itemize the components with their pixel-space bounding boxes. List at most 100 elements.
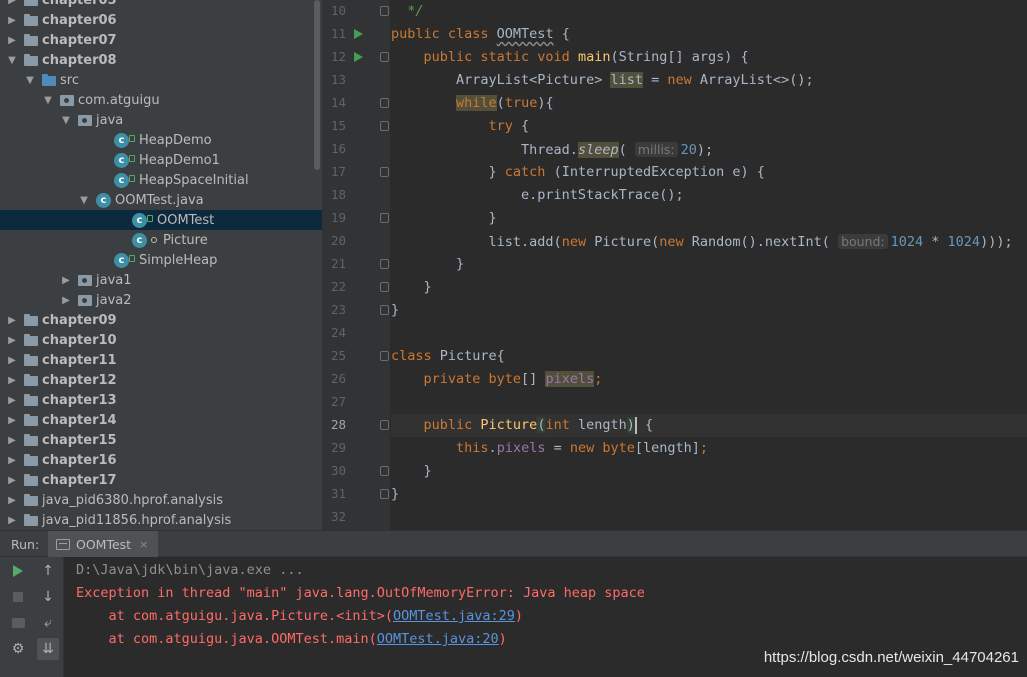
trace-link-oomtest-29[interactable]: OOMTest.java:29 (393, 608, 515, 624)
fold-icon[interactable] (380, 489, 389, 499)
tree-item-heapspaceinitial[interactable]: c HeapSpaceInitial (0, 170, 322, 190)
collapsed-arrow-icon[interactable]: ▶ (4, 470, 20, 490)
fold-icon[interactable] (380, 121, 389, 131)
scroll-down-button[interactable]: ↓ (37, 586, 59, 608)
tree-item-chapter05[interactable]: ▶ chapter05 (0, 0, 322, 10)
collapsed-arrow-icon[interactable]: ▶ (4, 310, 20, 330)
collapsed-arrow-icon[interactable]: ▶ (4, 490, 20, 510)
gutter-row[interactable]: 30 (322, 460, 390, 483)
expanded-arrow-icon[interactable]: ▼ (4, 50, 20, 70)
gutter-row[interactable]: 28 (322, 414, 410, 437)
collapsed-arrow-icon[interactable]: ▶ (4, 10, 20, 30)
fold-icon[interactable] (380, 98, 389, 108)
fold-icon[interactable] (380, 282, 389, 292)
scroll-to-end-button[interactable]: ⇊ (37, 638, 59, 660)
fold-icon[interactable] (380, 420, 389, 430)
expanded-arrow-icon[interactable]: ▼ (22, 70, 38, 90)
tree-item-chapter07[interactable]: ▶ chapter07 (0, 30, 322, 50)
gutter-row[interactable]: 14 (322, 92, 390, 115)
collapsed-arrow-icon[interactable]: ▶ (4, 0, 20, 10)
fold-icon[interactable] (380, 259, 389, 269)
fold-icon[interactable] (380, 213, 389, 223)
run-console[interactable]: ⚙ ↑ ↓ ⤶ ⇊ D:\Java\jdk\bin\java.exe ... E… (0, 557, 1027, 677)
collapsed-arrow-icon[interactable]: ▶ (4, 350, 20, 370)
gutter-row[interactable]: 19 (322, 207, 390, 230)
tree-item-chapter16[interactable]: ▶ chapter16 (0, 450, 322, 470)
run-gutter-icon[interactable] (354, 52, 363, 62)
gutter-row[interactable]: 21 (322, 253, 390, 276)
fold-icon[interactable] (380, 351, 389, 361)
tree-item-java2[interactable]: ▶ java2 (0, 290, 322, 310)
gutter-row[interactable]: 25 (322, 345, 390, 368)
scroll-up-button[interactable]: ↑ (37, 560, 59, 582)
tree-item-chapter06[interactable]: ▶ chapter06 (0, 10, 322, 30)
tree-item-simpleheap[interactable]: c SimpleHeap (0, 250, 322, 270)
run-gutter-icon[interactable] (354, 29, 363, 39)
tree-item-heapdemo1[interactable]: c HeapDemo1 (0, 150, 322, 170)
fold-icon[interactable] (380, 6, 389, 16)
tree-item-chapter17[interactable]: ▶ chapter17 (0, 470, 322, 490)
close-icon[interactable]: × (139, 538, 148, 551)
gutter-row[interactable]: 32 (322, 506, 390, 529)
tree-item-chapter14[interactable]: ▶ chapter14 (0, 410, 322, 430)
gutter-row[interactable]: 31 (322, 483, 390, 506)
dump-threads-button[interactable] (7, 612, 29, 634)
collapsed-arrow-icon[interactable]: ▶ (4, 370, 20, 390)
tree-item-java1[interactable]: ▶ java1 (0, 270, 322, 290)
expanded-arrow-icon[interactable]: ▼ (40, 90, 56, 110)
gutter-row[interactable]: 17 (322, 161, 390, 184)
gutter-row[interactable]: 22 (322, 276, 390, 299)
gutter-row[interactable]: 13 (322, 69, 390, 92)
gutter-row[interactable]: 26 (322, 368, 390, 391)
gutter-row[interactable]: 16 (322, 138, 390, 161)
gutter-row[interactable]: 15 (322, 115, 390, 138)
tree-item-java-pid6380-hprof-analysis[interactable]: ▶ java_pid6380.hprof.analysis (0, 490, 322, 510)
tree-item-chapter08[interactable]: ▼ chapter08 (0, 50, 322, 70)
expanded-arrow-icon[interactable]: ▼ (58, 110, 74, 130)
tree-item-chapter11[interactable]: ▶ chapter11 (0, 350, 322, 370)
project-tree-scrollbar[interactable] (314, 0, 320, 170)
collapsed-arrow-icon[interactable]: ▶ (4, 410, 20, 430)
gutter-row[interactable]: 24 (322, 322, 390, 345)
tree-item-picture[interactable]: c Picture (0, 230, 322, 250)
run-tab-oomtest[interactable]: OOMTest × (48, 531, 159, 557)
tree-item-java-pid11856-hprof-analysis[interactable]: ▶ java_pid11856.hprof.analysis (0, 510, 322, 530)
tree-item-src[interactable]: ▼ src (0, 70, 322, 90)
soft-wrap-button[interactable]: ⤶ (37, 612, 59, 634)
tree-item-chapter09[interactable]: ▶ chapter09 (0, 310, 322, 330)
collapsed-arrow-icon[interactable]: ▶ (4, 330, 20, 350)
tree-item-chapter13[interactable]: ▶ chapter13 (0, 390, 322, 410)
trace-link-oomtest-20[interactable]: OOMTest.java:20 (377, 631, 499, 647)
collapsed-arrow-icon[interactable]: ▶ (4, 390, 20, 410)
collapsed-arrow-icon[interactable]: ▶ (58, 270, 74, 290)
gutter-row[interactable]: 29 (322, 437, 390, 460)
gutter-row[interactable]: 11 (322, 23, 390, 46)
fold-icon[interactable] (380, 305, 389, 315)
rerun-button[interactable] (7, 560, 29, 582)
tree-item-chapter12[interactable]: ▶ chapter12 (0, 370, 322, 390)
collapsed-arrow-icon[interactable]: ▶ (4, 30, 20, 50)
gutter-row[interactable]: 23 (322, 299, 390, 322)
tree-item-heapdemo[interactable]: c HeapDemo (0, 130, 322, 150)
fold-icon[interactable] (380, 466, 389, 476)
tree-item-oomtest[interactable]: c OOMTest (0, 210, 322, 230)
expanded-arrow-icon[interactable]: ▼ (76, 190, 92, 210)
code-editor[interactable]: 10 11 12 13 14 15 16 17 18 19 20 21 22 23 24 25 26 27 28 29… (322, 0, 1027, 530)
collapsed-arrow-icon[interactable]: ▶ (4, 430, 20, 450)
gutter-row[interactable]: 20 (322, 230, 390, 253)
tree-item-com-atguigu[interactable]: ▼ com.atguigu (0, 90, 322, 110)
fold-icon[interactable] (380, 52, 389, 62)
gutter-row[interactable]: 10 (322, 0, 390, 23)
stop-button[interactable] (7, 586, 29, 608)
gutter-row[interactable]: 27 (322, 391, 390, 414)
settings-button[interactable]: ⚙ (7, 638, 29, 660)
tree-item-chapter15[interactable]: ▶ chapter15 (0, 430, 322, 450)
gutter-row[interactable]: 18 (322, 184, 390, 207)
collapsed-arrow-icon[interactable]: ▶ (4, 450, 20, 470)
tree-item-oomtest-java[interactable]: ▼ c OOMTest.java (0, 190, 322, 210)
fold-icon[interactable] (380, 167, 389, 177)
tree-item-java[interactable]: ▼ java (0, 110, 322, 130)
tree-item-chapter10[interactable]: ▶ chapter10 (0, 330, 322, 350)
gutter-row[interactable]: 12 (322, 46, 390, 69)
collapsed-arrow-icon[interactable]: ▶ (58, 290, 74, 310)
